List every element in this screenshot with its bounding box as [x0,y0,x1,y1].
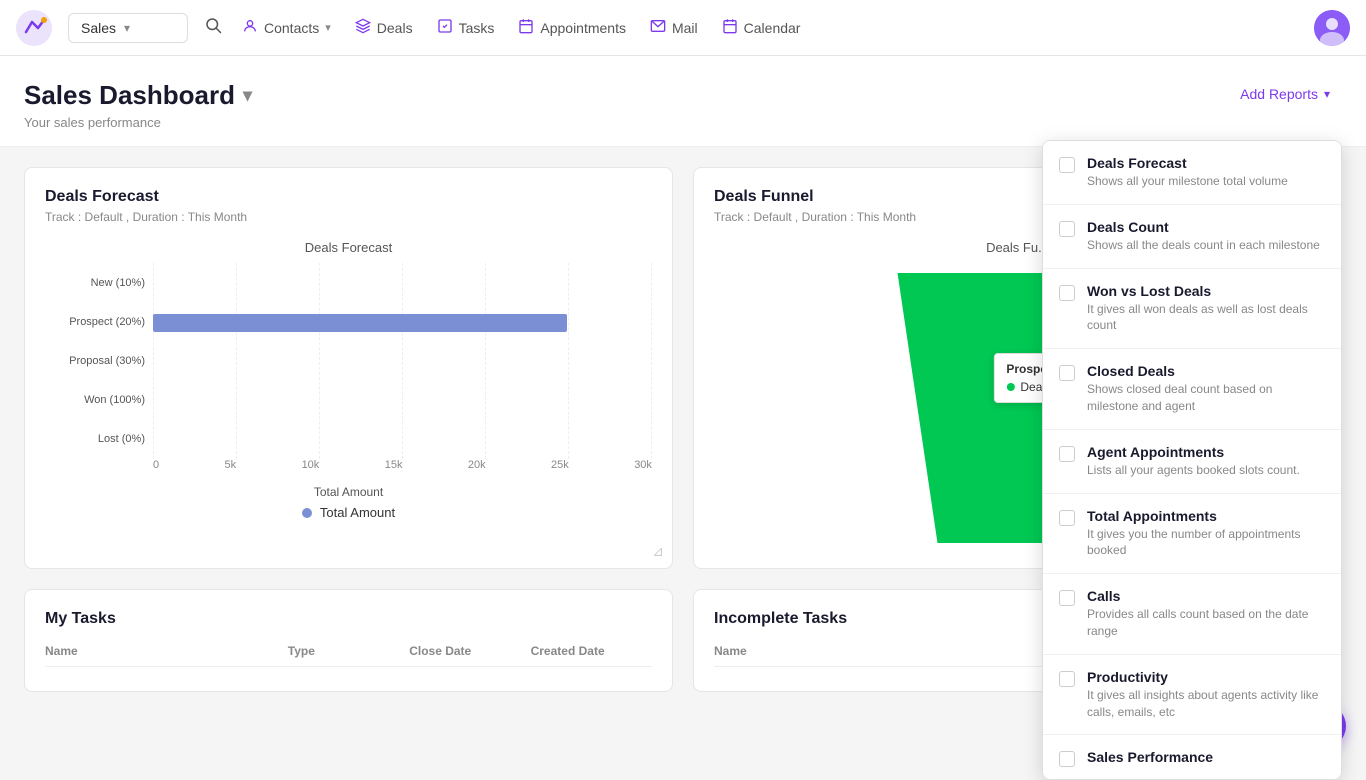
contacts-icon [242,18,258,37]
bar-row-lost [153,425,652,447]
mail-icon [650,18,666,37]
add-reports-button[interactable]: Add Reports ▾ [1228,80,1342,108]
bar-row-prospect [153,312,652,334]
contacts-chevron-icon: ▾ [325,21,331,34]
logo [16,10,52,46]
report-item-calls[interactable]: Calls Provides all calls count based on … [1043,574,1341,655]
legend-label: Total Amount [320,505,395,520]
report-checkbox-total-appointments[interactable] [1059,510,1075,526]
report-checkbox-won-vs-lost[interactable] [1059,285,1075,301]
nav-mail[interactable]: Mail [650,14,698,41]
report-item-closed-deals[interactable]: Closed Deals Shows closed deal count bas… [1043,349,1341,430]
nav-deals-label: Deals [377,20,413,36]
deals-forecast-card: Deals Forecast Track : Default , Duratio… [24,167,673,569]
tasks-icon [437,18,453,37]
nav-contacts[interactable]: Contacts ▾ [242,14,331,41]
report-checkbox-productivity[interactable] [1059,671,1075,687]
sales-dropdown-label: Sales [81,20,116,36]
nav-appointments[interactable]: Appointments [518,14,626,41]
deals-forecast-subtitle: Track : Default , Duration : This Month [45,210,652,224]
x-label-15k: 15k [385,459,403,483]
x-label-30k: 30k [634,459,652,483]
report-checkbox-deals-forecast[interactable] [1059,157,1075,173]
report-checkbox-sales-performance[interactable] [1059,751,1075,767]
bar-row-won [153,388,652,410]
resize-handle[interactable]: ⊿ [652,543,664,560]
col-header-close-date: Close Date [409,644,530,658]
bar-rows [153,263,652,459]
report-item-productivity[interactable]: Productivity It gives all insights about… [1043,655,1341,736]
report-item-total-appointments[interactable]: Total Appointments It gives you the numb… [1043,494,1341,575]
bar-chart-x-axis: 0 5k 10k 15k 20k 25k 30k [153,459,652,483]
page-subtitle: Your sales performance [24,115,252,130]
x-label-25k: 25k [551,459,569,483]
report-item-deals-forecast[interactable]: Deals Forecast Shows all your milestone … [1043,141,1341,205]
page-title-area: Sales Dashboard ▾ Your sales performance [24,80,252,130]
x-axis-title: Total Amount [45,485,652,499]
report-item-won-vs-lost[interactable]: Won vs Lost Deals It gives all won deals… [1043,269,1341,350]
deals-forecast-title: Deals Forecast [45,188,652,206]
my-tasks-card: My Tasks Name Type Close Date Created Da… [24,589,673,692]
nav-appointments-label: Appointments [540,20,626,36]
chevron-down-icon: ▾ [124,21,130,35]
page-title-text: Sales Dashboard [24,80,235,111]
y-label-won: Won (100%) [45,394,145,406]
bar-chart-y-axis: New (10%) Prospect (20%) Proposal (30%) … [45,263,153,483]
col-header-type: Type [288,644,409,658]
report-item-deals-count[interactable]: Deals Count Shows all the deals count in… [1043,205,1341,269]
my-tasks-col-headers: Name Type Close Date Created Date [45,644,652,667]
legend-dot [302,508,312,518]
nav-tasks[interactable]: Tasks [437,14,495,41]
x-label-10k: 10k [302,459,320,483]
report-checkbox-agent-appointments[interactable] [1059,446,1075,462]
my-tasks-title: My Tasks [45,610,652,628]
calendar-icon [722,18,738,37]
nav-calendar[interactable]: Calendar [722,14,801,41]
y-label-lost: Lost (0%) [45,433,145,445]
search-icon[interactable] [204,16,222,39]
report-checkbox-calls[interactable] [1059,590,1075,606]
x-label-20k: 20k [468,459,486,483]
user-avatar[interactable] [1314,10,1350,46]
report-checkbox-closed-deals[interactable] [1059,365,1075,381]
appointments-icon [518,18,534,37]
page-title: Sales Dashboard ▾ [24,80,252,111]
report-checkbox-deals-count[interactable] [1059,221,1075,237]
y-label-proposal: Proposal (30%) [45,355,145,367]
bar-row-new [153,275,652,297]
chart-legend: Total Amount [45,505,652,520]
report-item-agent-appointments[interactable]: Agent Appointments Lists all your agents… [1043,430,1341,494]
x-label-5k: 5k [225,459,237,483]
nav-calendar-label: Calendar [744,20,801,36]
y-label-new: New (10%) [45,277,145,289]
page-header: Sales Dashboard ▾ Your sales performance… [0,56,1366,147]
col-header-created-date: Created Date [531,644,652,658]
bar-chart-body: 0 5k 10k 15k 20k 25k 30k [153,263,652,483]
reports-dropdown: Deals Forecast Shows all your milestone … [1042,140,1342,780]
bar-row-proposal [153,350,652,372]
navbar: Sales ▾ Contacts ▾ Deals Tasks [0,0,1366,56]
nav-deals[interactable]: Deals [355,14,413,41]
page: Sales Dashboard ▾ Your sales performance… [0,56,1366,768]
funnel-tooltip-dot [1006,383,1014,391]
report-item-sales-performance[interactable]: Sales Performance [1043,735,1341,780]
y-label-prospect: Prospect (20%) [45,316,145,328]
add-reports-label: Add Reports [1240,86,1318,102]
sales-dropdown[interactable]: Sales ▾ [68,13,188,43]
bar-chart: New (10%) Prospect (20%) Proposal (30%) … [45,263,652,483]
deals-icon [355,18,371,37]
title-chevron-icon[interactable]: ▾ [243,85,252,106]
x-label-0: 0 [153,459,159,483]
deals-forecast-chart-title: Deals Forecast [45,240,652,255]
col-header-name: Name [45,644,288,658]
add-reports-chevron-icon: ▾ [1324,87,1330,101]
nav-contacts-label: Contacts [264,20,319,36]
nav-tasks-label: Tasks [459,20,495,36]
nav-mail-label: Mail [672,20,698,36]
nav-items: Contacts ▾ Deals Tasks Appointments Ma [242,14,1314,41]
bar-fill-prospect [153,314,567,332]
